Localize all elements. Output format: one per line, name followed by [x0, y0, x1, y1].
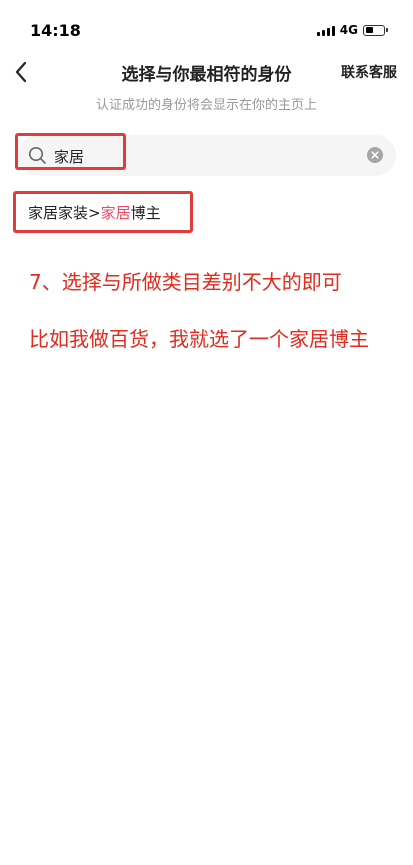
annotation-text-2: 比如我做百货，我就选了一个家居博主	[29, 327, 369, 351]
status-bar: 14:18 4G	[0, 0, 413, 56]
result-suffix: 博主	[130, 204, 161, 222]
clear-icon	[371, 151, 379, 159]
contact-support-link[interactable]: 联系客服	[341, 62, 397, 82]
clear-button[interactable]	[367, 147, 383, 163]
nav-bar: 选择与你最相符的身份 联系客服	[0, 56, 413, 88]
result-category: 家居家装>	[28, 204, 101, 222]
search-input[interactable]: 家居	[54, 146, 84, 167]
result-highlight: 家居	[100, 204, 131, 222]
network-type: 4G	[339, 23, 358, 37]
search-icon	[29, 147, 46, 164]
signal-icon	[316, 25, 335, 36]
annotation-text-1: 7、选择与所做类目差别不大的即可	[29, 270, 342, 294]
page-subtitle: 认证成功的身份将会显示在你的主页上	[95, 98, 317, 113]
battery-icon	[363, 24, 388, 36]
status-indicators: 4G	[316, 19, 388, 37]
status-time: 14:18	[30, 20, 81, 40]
search-bar[interactable]: 家居	[18, 135, 396, 176]
search-result-item[interactable]: 家居家装>家居博主	[28, 202, 161, 223]
